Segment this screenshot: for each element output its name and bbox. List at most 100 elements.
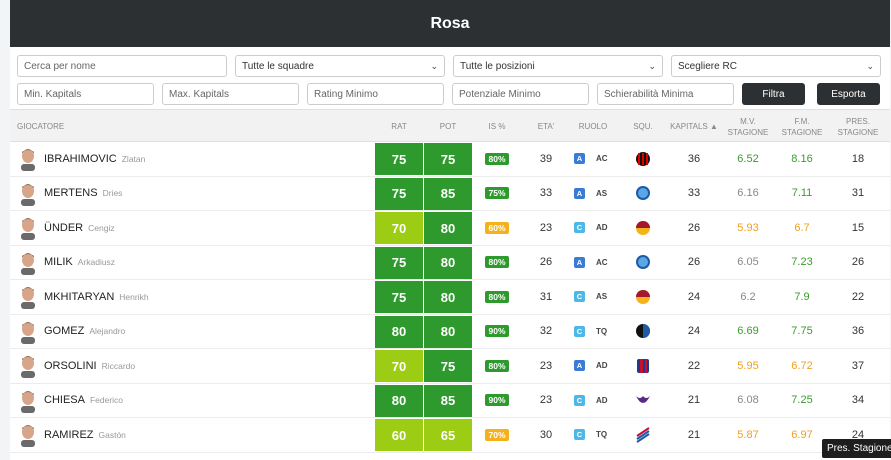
is-badge: 60%: [485, 221, 509, 234]
player-avatar-icon: [21, 183, 35, 206]
player-surname: MILIK: [44, 256, 73, 269]
player-avatar-icon: [21, 425, 35, 447]
table-row[interactable]: IBRAHIMOVIC Zlatan 75 75 80% 39 A AC 36 6.52 8.16 1…: [10, 142, 890, 177]
player-firstname: Dries: [102, 188, 123, 199]
col-player[interactable]: GIOCATORE: [17, 110, 97, 143]
is-cell: 90%: [477, 315, 517, 349]
position-select[interactable]: Tutte le posizioni ⌄: [453, 55, 663, 77]
position-select-value: Tutte le posizioni: [460, 60, 535, 72]
rat-cell: 70: [375, 212, 423, 244]
table-header: GIOCATORE RAT POT IS % ETA' RUOLO SQU. K…: [10, 109, 890, 142]
rat-cell: 75: [375, 143, 423, 175]
player-firstname: Henrikh: [119, 291, 149, 302]
team-cell: [627, 349, 659, 383]
col-is[interactable]: IS %: [477, 110, 517, 143]
age-cell: 23: [539, 221, 553, 234]
col-rat[interactable]: RAT: [375, 110, 423, 143]
export-button[interactable]: Esporta: [817, 83, 880, 105]
rat-cell: 70: [375, 350, 423, 382]
search-input[interactable]: Cerca per nome: [17, 55, 227, 77]
fm-cell: 7.23: [791, 256, 813, 269]
milan-crest-icon: [636, 151, 650, 166]
role-badge: A: [574, 153, 585, 165]
player-name[interactable]: MILIK Arkadiusz: [44, 246, 115, 280]
chevron-down-icon: ⌄: [648, 60, 656, 71]
filter-button[interactable]: Filtra: [742, 83, 805, 105]
player-firstname: Zlatan: [121, 153, 146, 164]
position-label: TQ: [596, 430, 608, 440]
rating-min-input[interactable]: Rating Minimo: [307, 83, 444, 105]
is-badge: 80%: [485, 152, 509, 165]
fm-cell: 7.25: [791, 394, 813, 407]
role-badge: C: [574, 325, 585, 337]
col-fm[interactable]: F.M. STAGIONE: [777, 110, 827, 143]
kapitals-cell: 26: [687, 221, 701, 234]
player-name[interactable]: ÜNDER Cengiz: [44, 211, 115, 245]
pres-cell: 37: [851, 359, 865, 372]
col-kapitals[interactable]: KAPITALS ▲: [664, 110, 724, 143]
team-cell: [627, 384, 659, 418]
player-avatar-icon: [21, 287, 35, 309]
team-cell: [627, 280, 659, 314]
pot-cell: 80: [424, 212, 472, 244]
player-name[interactable]: CHIESA Federico: [44, 384, 123, 418]
is-cell: 80%: [477, 142, 517, 176]
role-cell: C TQ: [570, 315, 616, 349]
role-cell: C AS: [570, 280, 616, 314]
fm-cell: 8.16: [791, 152, 813, 165]
chevron-down-icon: ⌄: [430, 60, 438, 71]
min-kapitals-input[interactable]: Min. Kapitals: [17, 83, 154, 105]
table-row[interactable]: GOMEZ Alejandro 80 80 90% 32 C TQ 24 6.69 7.75 36: [10, 315, 890, 349]
table-row[interactable]: CHIESA Federico 80 85 90% 23 C AD 21 6.08 7.25 34: [10, 384, 890, 418]
potential-min-input[interactable]: Potenziale Minimo: [452, 83, 589, 105]
player-name[interactable]: RAMIREZ Gastón: [44, 418, 126, 452]
rat-cell: 75: [375, 246, 423, 279]
player-name[interactable]: IBRAHIMOVIC Zlatan: [44, 142, 145, 176]
rat-cell: 60: [375, 419, 423, 451]
is-cell: 80%: [477, 349, 517, 383]
role-cell: A AS: [570, 177, 616, 211]
role-badge: C: [574, 222, 585, 234]
player-name[interactable]: ORSOLINI Riccardo: [44, 349, 135, 383]
team-cell: [627, 246, 659, 280]
table-row[interactable]: RAMIREZ Gastón 60 65 70% 30 C TQ 21 5.87 6.97 24: [10, 418, 890, 453]
player-firstname: Riccardo: [101, 360, 136, 371]
player-surname: MERTENS: [44, 187, 98, 200]
page-title: Rosa: [10, 0, 890, 47]
player-name[interactable]: MKHITARYAN Henrikh: [44, 280, 149, 314]
table-row[interactable]: ÜNDER Cengiz 70 80 60% 23 C AD 26 5.93 6.7 15: [10, 211, 890, 246]
player-avatar-icon: [21, 390, 35, 413]
max-kapitals-input[interactable]: Max. Kapitals: [162, 83, 299, 105]
player-firstname: Alejandro: [89, 326, 126, 337]
is-cell: 60%: [477, 211, 517, 245]
col-mv[interactable]: M.V. STAGIONE: [723, 110, 773, 143]
table-row[interactable]: MERTENS Dries 75 85 75% 33 A AS 33 6.16 7.11 31: [10, 177, 890, 211]
fm-cell: 7.11: [791, 187, 813, 200]
col-age[interactable]: ETA': [528, 110, 564, 143]
team-select[interactable]: Tutte le squadre ⌄: [235, 55, 445, 77]
player-name[interactable]: GOMEZ Alejandro: [44, 315, 125, 349]
rc-select[interactable]: Scegliere RC ⌄: [671, 55, 881, 77]
mv-cell: 6.16: [737, 187, 759, 200]
pot-cell: 85: [424, 384, 472, 417]
col-pot[interactable]: POT: [424, 110, 472, 143]
player-name[interactable]: MERTENS Dries: [44, 177, 122, 211]
deploy-min-input[interactable]: Schierabilità Minima: [597, 83, 734, 105]
col-pres[interactable]: PRES. STAGIONE: [832, 110, 884, 143]
fm-cell: 7.9: [794, 290, 810, 303]
kapitals-cell: 26: [687, 256, 701, 269]
player-surname: IBRAHIMOVIC: [44, 152, 117, 165]
table-row[interactable]: ORSOLINI Riccardo 70 75 80% 23 A AD 22 5.95 6.72 37: [10, 349, 890, 384]
player-avatar-icon: [21, 252, 35, 275]
pot-cell: 80: [424, 281, 472, 313]
col-role[interactable]: RUOLO: [570, 110, 616, 143]
col-team[interactable]: SQU.: [627, 110, 659, 143]
fm-cell: 6.7: [794, 221, 810, 234]
role-badge: C: [574, 291, 585, 303]
kapitals-cell: 24: [687, 290, 701, 303]
table-row[interactable]: MILIK Arkadiusz 75 80 80% 26 A AC 26 6.05 7.23 26: [10, 246, 890, 280]
table-row[interactable]: MKHITARYAN Henrikh 75 80 80% 31 C AS 24 6.2 7.9 22: [10, 280, 890, 315]
rat-cell: 80: [375, 315, 423, 348]
position-label: AS: [596, 188, 608, 198]
team-cell: [627, 315, 659, 349]
